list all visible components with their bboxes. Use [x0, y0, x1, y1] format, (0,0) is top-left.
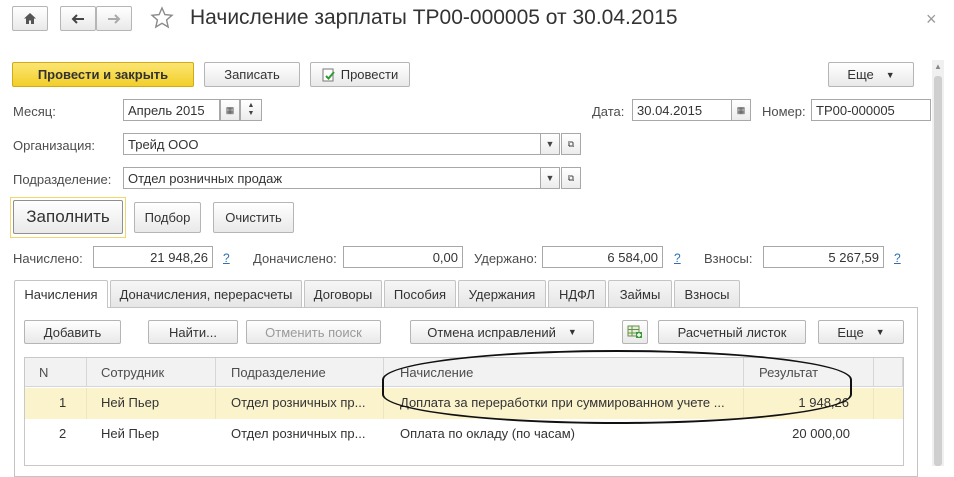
- withheld-label: Удержано:: [474, 251, 538, 266]
- organization-label: Организация:: [13, 138, 96, 153]
- chevron-down-icon: ▼: [545, 173, 555, 183]
- contributions-help-link[interactable]: ?: [894, 251, 901, 265]
- chevron-down-icon: ▼: [567, 327, 577, 337]
- department-open-button[interactable]: ⧉: [561, 167, 581, 189]
- organization-dropdown-button[interactable]: ▼: [540, 133, 560, 155]
- row-number: 1: [25, 388, 87, 419]
- accrued-value: 21 948,26: [93, 246, 213, 268]
- scrollbar-thumb[interactable]: [934, 76, 942, 466]
- arrow-left-icon: [71, 13, 84, 24]
- result-cell: 20 000,00: [792, 426, 850, 441]
- department-label: Подразделение:: [13, 172, 112, 187]
- withheld-value: 6 584,00: [542, 246, 663, 268]
- tab-deductions[interactable]: Удержания: [458, 280, 546, 307]
- month-label: Месяц:: [13, 104, 56, 119]
- scroll-up-icon[interactable]: ▲: [934, 62, 942, 71]
- column-header-employee[interactable]: Сотрудник: [87, 358, 216, 387]
- date-field[interactable]: 30.04.2015: [632, 99, 732, 121]
- table-add-icon: [627, 325, 642, 338]
- accrual-cell: Оплата по окладу (по часам): [400, 426, 575, 441]
- date-label: Дата:: [592, 104, 625, 119]
- department-field[interactable]: Отдел розничных продаж: [123, 167, 541, 189]
- organization-open-button[interactable]: ⧉: [561, 133, 581, 155]
- post-button[interactable]: Провести: [310, 62, 410, 87]
- add-row-icon-button[interactable]: [622, 320, 648, 344]
- find-button[interactable]: Найти...: [148, 320, 238, 344]
- department-cell: Отдел розничных пр...: [231, 426, 366, 441]
- save-button[interactable]: Записать: [204, 62, 300, 87]
- accrued-help-link[interactable]: ?: [223, 251, 230, 265]
- chevron-down-icon: ▼: [875, 327, 885, 337]
- employee-cell: Ней Пьер: [87, 388, 216, 419]
- number-field[interactable]: ТР00-000005: [811, 99, 931, 121]
- contributions-value: 5 267,59: [763, 246, 884, 268]
- tab-contracts[interactable]: Договоры: [304, 280, 382, 307]
- fill-button[interactable]: Заполнить: [13, 200, 123, 234]
- calendar-icon: ▦: [736, 104, 746, 115]
- date-calendar-button[interactable]: ▦: [731, 99, 751, 121]
- withheld-help-link[interactable]: ?: [674, 251, 681, 265]
- number-label: Номер:: [762, 104, 806, 119]
- stepper-up-icon: ▲: [247, 102, 255, 109]
- vertical-scrollbar[interactable]: ▲: [932, 60, 944, 466]
- back-button[interactable]: [60, 6, 96, 31]
- calendar-icon: ▦: [225, 104, 235, 115]
- chevron-down-icon: ▼: [545, 139, 555, 149]
- undo-corrections-label: Отмена исправлений: [427, 324, 556, 340]
- calendar-button[interactable]: ▦: [220, 99, 240, 121]
- tab-benefits[interactable]: Пособия: [384, 280, 456, 307]
- add-button[interactable]: Добавить: [24, 320, 121, 344]
- table-more-label: Еще: [837, 324, 864, 340]
- table-more-button[interactable]: Еще ▼: [818, 320, 904, 344]
- extra-accrued-value: 0,00: [343, 246, 463, 268]
- row-number: 2: [59, 426, 67, 441]
- tab-accruals[interactable]: Начисления: [14, 280, 108, 308]
- post-and-close-button[interactable]: Провести и закрыть: [12, 62, 194, 87]
- table-row[interactable]: 2 Ней Пьер Отдел розничных пр... Оплата …: [25, 419, 903, 450]
- forward-button[interactable]: [96, 6, 132, 31]
- home-icon: [24, 13, 36, 24]
- cancel-search-button[interactable]: Отменить поиск: [246, 320, 381, 344]
- arrow-right-icon: [108, 13, 121, 24]
- stepper-down-icon: ▼: [247, 110, 255, 117]
- home-button[interactable]: [12, 6, 48, 31]
- tab-ndfl[interactable]: НДФЛ: [548, 280, 606, 307]
- undo-corrections-button[interactable]: Отмена исправлений ▼: [410, 320, 594, 344]
- employee-cell: Ней Пьер: [101, 426, 160, 441]
- page-title: Начисление зарплаты ТР00-000005 от 30.04…: [190, 6, 678, 29]
- tab-contributions[interactable]: Взносы: [674, 280, 740, 307]
- chevron-down-icon: ▼: [885, 69, 895, 80]
- column-header-filler: [874, 358, 903, 387]
- month-stepper[interactable]: ▲ ▼: [240, 99, 262, 121]
- accrued-label: Начислено:: [13, 251, 83, 266]
- tab-extra-accruals[interactable]: Доначисления, перерасчеты: [110, 280, 302, 307]
- column-header-department[interactable]: Подразделение: [216, 358, 384, 387]
- open-icon: ⧉: [567, 172, 575, 183]
- tab-loans[interactable]: Займы: [608, 280, 672, 307]
- department-dropdown-button[interactable]: ▼: [540, 167, 560, 189]
- clear-button[interactable]: Очистить: [213, 202, 294, 233]
- post-document-icon: [322, 68, 335, 81]
- month-field[interactable]: Апрель 2015: [123, 99, 220, 121]
- more-button[interactable]: Еще ▼: [828, 62, 914, 87]
- extra-accrued-label: Доначислено:: [253, 251, 337, 266]
- close-icon[interactable]: ×: [926, 9, 937, 30]
- select-button[interactable]: Подбор: [134, 202, 201, 233]
- contributions-label: Взносы:: [704, 251, 753, 266]
- favorite-star-icon[interactable]: [150, 6, 176, 32]
- payslip-button[interactable]: Расчетный листок: [658, 320, 806, 344]
- department-cell: Отдел розничных пр...: [216, 388, 384, 419]
- organization-field[interactable]: Трейд ООО: [123, 133, 541, 155]
- more-button-label: Еще: [847, 67, 874, 82]
- open-icon: ⧉: [567, 138, 575, 149]
- annotation-ellipse: [382, 350, 852, 424]
- post-button-label: Провести: [340, 67, 399, 82]
- column-header-n[interactable]: N: [25, 358, 87, 387]
